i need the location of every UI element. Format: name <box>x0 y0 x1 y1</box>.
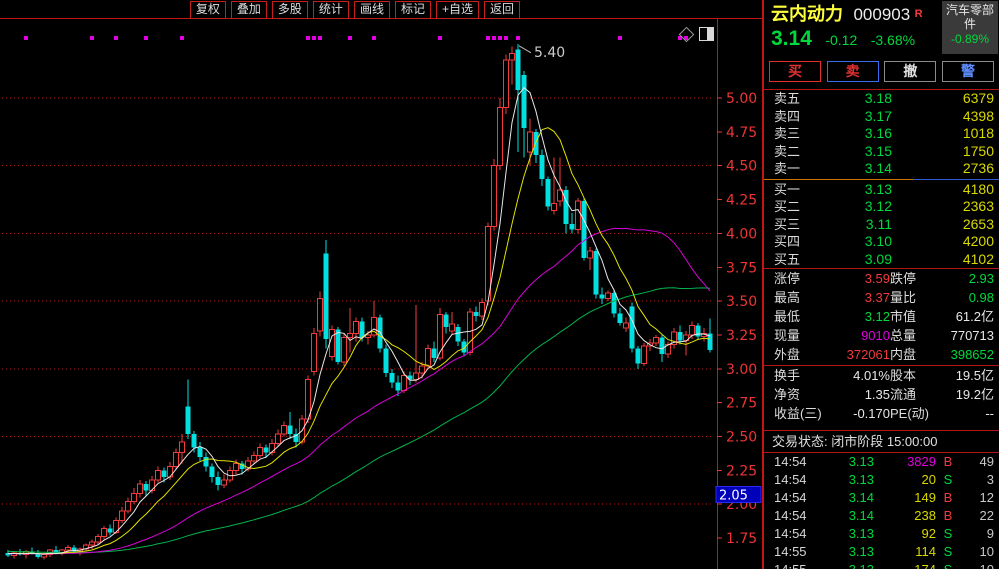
bid-row[interactable]: 买三3.112653 <box>764 216 999 234</box>
toolbar-button-multi[interactable]: 多股 <box>272 1 308 19</box>
sector-name: 汽车零部件 <box>946 3 994 31</box>
toolbar-button-stats[interactable]: 统计 <box>313 1 349 19</box>
price-change-pct: -3.68% <box>871 32 915 48</box>
svg-text:4.00: 4.00 <box>726 226 757 242</box>
trading-status-bar: 交易状态: 闭市阶段 15:00:00 <box>764 430 999 453</box>
margin-flag: R <box>915 8 923 20</box>
svg-text:2.05: 2.05 <box>719 488 748 503</box>
ask-row[interactable]: 卖三3.161018 <box>764 125 999 143</box>
diamond-icon[interactable] <box>679 26 695 42</box>
price-change: -0.12 <box>825 32 857 48</box>
stats-row: 换手4.01%股本19.5亿 <box>764 366 999 385</box>
toolbar-button-add-watch[interactable]: +自选 <box>436 1 479 19</box>
svg-text:4.25: 4.25 <box>726 193 757 209</box>
toolbar-button-back[interactable]: 返回 <box>484 1 520 19</box>
tick-row: 14:543.14238B22 <box>764 507 999 525</box>
ask-row[interactable]: 卖四3.174398 <box>764 108 999 126</box>
quote-header: 云内动力 000903 R 3.14 -0.12 -3.68% 汽车零部件 -0… <box>764 0 999 58</box>
toolbar-button-overlay[interactable]: 叠加 <box>231 1 267 19</box>
stats-row: 收益(三)-0.170PE(动)-- <box>764 404 999 423</box>
sell-button[interactable]: 卖 <box>827 61 879 82</box>
svg-text:3.75: 3.75 <box>726 260 757 276</box>
chart-corner-icons <box>681 27 714 41</box>
svg-text:2.50: 2.50 <box>726 430 757 446</box>
tick-row: 14:543.14149B12 <box>764 489 999 507</box>
bid-row[interactable]: 买四3.104200 <box>764 233 999 251</box>
toolbar-button-fuquan[interactable]: 复权 <box>190 1 226 19</box>
svg-text:1.75: 1.75 <box>726 531 757 547</box>
bid-row[interactable]: 买五3.094102 <box>764 251 999 269</box>
stats-row: 最低3.12市值61.2亿 <box>764 307 999 326</box>
svg-text:3.00: 3.00 <box>726 362 757 378</box>
tick-row: 14:543.133829B49 <box>764 453 999 471</box>
stock-app: { "toolbar": {"buttons": ["复权","叠加","多股"… <box>0 0 999 569</box>
svg-text:4.75: 4.75 <box>726 125 757 141</box>
ask-row[interactable]: 卖一3.142736 <box>764 160 999 178</box>
svg-text:3.50: 3.50 <box>726 294 757 310</box>
stats-row: 涨停3.59跌停2.93 <box>764 269 999 288</box>
cancel-order-button[interactable]: 撤 <box>884 61 936 82</box>
alert-button[interactable]: 警 <box>942 61 994 82</box>
split-pane-icon[interactable] <box>699 27 714 41</box>
stats-row: 外盘372061内盘398652 <box>764 345 999 364</box>
stock-name: 云内动力 <box>771 4 843 24</box>
toolbar-button-mark[interactable]: 标记 <box>395 1 431 19</box>
stats-table: 涨停3.59跌停2.93 最高3.37量比0.98 最低3.12市值61.2亿 … <box>764 269 999 423</box>
chart-toolbar: 复权 叠加 多股 统计 画线 标记 +自选 返回 <box>190 1 520 19</box>
tick-list[interactable]: 14:543.133829B49 14:543.1320S3 14:543.14… <box>764 453 999 569</box>
buy-button[interactable]: 买 <box>769 61 821 82</box>
svg-text:2.25: 2.25 <box>726 463 757 479</box>
tick-row: 14:543.1392S9 <box>764 525 999 543</box>
svg-text:3.25: 3.25 <box>726 328 757 344</box>
sector-badge[interactable]: 汽车零部件 -0.89% <box>942 1 998 54</box>
stats-row: 最高3.37量比0.98 <box>764 288 999 307</box>
bid-row[interactable]: 买一3.134180 <box>764 181 999 199</box>
svg-text:2.75: 2.75 <box>726 396 757 412</box>
svg-text:5.40: 5.40 <box>534 45 565 61</box>
kline-chart[interactable]: 5.00 4.75 4.50 4.25 4.00 3.75 3.50 3.25 3.00 2.75… <box>0 0 762 569</box>
tick-row: 14:553.13174S10 <box>764 561 999 569</box>
ask-row[interactable]: 卖五3.186379 <box>764 90 999 108</box>
ask-row[interactable]: 卖二3.151750 <box>764 143 999 161</box>
stock-code: 000903 <box>853 5 910 24</box>
trade-actions: 买 卖 撤 警 <box>764 58 999 85</box>
sector-change: -0.89% <box>942 32 998 46</box>
order-book: 卖五3.186379 卖四3.174398 卖三3.161018 卖二3.151… <box>764 89 999 269</box>
svg-text:5.00: 5.00 <box>726 91 757 107</box>
tick-row: 14:553.13114S10 <box>764 543 999 561</box>
svg-text:4.50: 4.50 <box>726 159 757 175</box>
toolbar-button-drawline[interactable]: 画线 <box>354 1 390 19</box>
stats-row: 净资1.35流通19.2亿 <box>764 385 999 404</box>
last-price: 3.14 <box>771 27 812 50</box>
tick-row: 14:543.1320S3 <box>764 471 999 489</box>
kline-chart-area[interactable]: 5.00 4.75 4.50 4.25 4.00 3.75 3.50 3.25 3.00 2.75… <box>0 0 762 569</box>
stats-row: 现量9010总量770713 <box>764 326 999 345</box>
bid-row[interactable]: 买二3.122363 <box>764 198 999 216</box>
quote-panel: 云内动力 000903 R 3.14 -0.12 -3.68% 汽车零部件 -0… <box>762 0 999 569</box>
